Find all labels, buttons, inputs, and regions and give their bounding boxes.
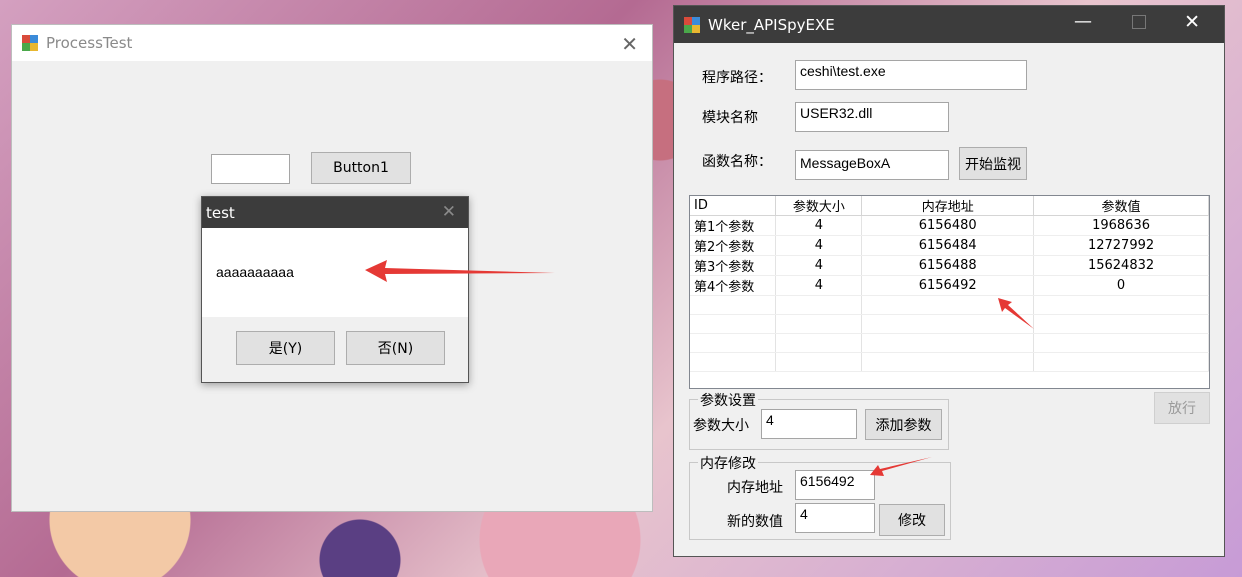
cell-id: 第3个参数 — [690, 255, 777, 276]
params-table[interactable]: ID 参数大小 内存地址 参数值 第1个参数 4 6156480 1968636… — [689, 195, 1210, 389]
modify-button[interactable]: 修改 — [879, 504, 945, 536]
app-icon — [22, 35, 38, 51]
cell-value: 15624832 — [1033, 255, 1209, 276]
empty-row — [690, 333, 1209, 353]
cell-size: 4 — [775, 215, 863, 236]
test-dialog-title: test — [206, 203, 235, 222]
new-value-input[interactable]: 4 — [795, 503, 875, 533]
empty-row — [690, 352, 1209, 372]
no-button[interactable]: 否(N) — [346, 331, 445, 365]
cell-size: 4 — [775, 235, 863, 256]
start-monitor-button[interactable]: 开始监视 — [959, 147, 1027, 180]
apispy-window: Wker_APISpyEXE — ✕ 程序路径： ceshi\test.exe … — [673, 5, 1225, 557]
cell-value: 1968636 — [1033, 215, 1209, 236]
button1[interactable]: Button1 — [311, 152, 411, 184]
module-label: 模块名称 — [702, 110, 758, 126]
cell-id: 第1个参数 — [690, 215, 777, 236]
memory-edit-title: 内存修改 — [698, 453, 758, 473]
test-dialog-titlebar[interactable]: test ✕ — [202, 197, 468, 228]
column-header-address[interactable]: 内存地址 — [861, 196, 1035, 216]
process-test-titlebar[interactable]: ProcessTest ✕ — [12, 25, 652, 61]
new-value-label: 新的数值 — [727, 514, 783, 530]
release-button[interactable]: 放行 — [1154, 392, 1210, 424]
table-row[interactable]: 第3个参数 4 6156488 15624832 — [690, 255, 1209, 276]
empty-row — [690, 295, 1209, 315]
table-row[interactable]: 第1个参数 4 6156480 1968636 — [690, 215, 1209, 236]
cell-address: 6156480 — [861, 215, 1035, 236]
process-test-input[interactable] — [211, 154, 290, 184]
param-settings-title: 参数设置 — [698, 390, 758, 410]
cell-value: 0 — [1033, 275, 1209, 296]
table-row[interactable]: 第2个参数 4 6156484 12727992 — [690, 235, 1209, 256]
dialog-message: aaaaaaaaaa — [216, 264, 294, 280]
cell-id: 第4个参数 — [690, 275, 777, 296]
function-input[interactable]: MessageBoxA — [795, 150, 949, 180]
yes-button[interactable]: 是(Y) — [236, 331, 335, 365]
cell-address: 6156488 — [861, 255, 1035, 276]
cell-address: 6156492 — [861, 275, 1035, 296]
memory-edit-group: 内存修改 内存地址 6156492 新的数值 4 修改 — [689, 453, 951, 540]
empty-row — [690, 314, 1209, 334]
apispy-titlebar[interactable]: Wker_APISpyEXE — ✕ — [674, 6, 1224, 43]
module-input[interactable]: USER32.dll — [795, 102, 949, 132]
path-label: 程序路径： — [702, 70, 772, 86]
mem-address-input[interactable]: 6156492 — [795, 470, 875, 500]
close-icon[interactable]: ✕ — [1184, 11, 1200, 33]
cell-value: 12727992 — [1033, 235, 1209, 256]
table-row[interactable]: 第4个参数 4 6156492 0 — [690, 275, 1209, 296]
maximize-icon[interactable] — [1132, 15, 1146, 29]
param-size-label: 参数大小 — [693, 418, 749, 434]
param-settings-group: 参数设置 参数大小 4 添加参数 — [689, 390, 949, 450]
cell-id: 第2个参数 — [690, 235, 777, 256]
close-icon[interactable]: ✕ — [442, 202, 456, 222]
minimize-icon[interactable]: — — [1074, 11, 1092, 32]
cell-address: 6156484 — [861, 235, 1035, 256]
path-input[interactable]: ceshi\test.exe — [795, 60, 1027, 90]
column-header-value[interactable]: 参数值 — [1033, 196, 1209, 216]
apispy-title: Wker_APISpyEXE — [708, 15, 835, 34]
column-header-id[interactable]: ID — [690, 196, 777, 216]
close-icon[interactable]: ✕ — [621, 32, 638, 56]
cell-size: 4 — [775, 275, 863, 296]
mem-address-label: 内存地址 — [727, 480, 783, 496]
function-label: 函数名称： — [702, 154, 772, 170]
app-icon — [684, 16, 700, 33]
process-test-title: ProcessTest — [46, 34, 133, 52]
test-dialog: test ✕ aaaaaaaaaa 是(Y) 否(N) — [201, 196, 469, 383]
add-param-button[interactable]: 添加参数 — [865, 409, 942, 440]
column-header-size[interactable]: 参数大小 — [775, 196, 863, 216]
param-size-input[interactable]: 4 — [761, 409, 857, 439]
cell-size: 4 — [775, 255, 863, 276]
